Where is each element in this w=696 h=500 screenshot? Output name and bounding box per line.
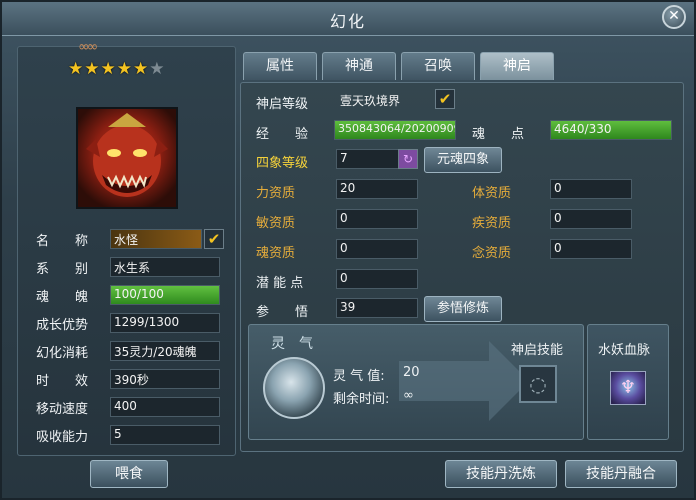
soul-label: 魂 魄 (36, 290, 89, 305)
refresh-icon[interactable]: ↻ (398, 149, 418, 169)
title-bar: 幻化 ✕ (2, 2, 694, 36)
pet-type-value: 水生系 (110, 257, 220, 277)
insight-value: 39 (336, 298, 418, 318)
pet-avatar (76, 107, 178, 209)
remaining-time-label: 剩余时间: (333, 392, 390, 407)
apt-spd-label: 疾资质 (472, 216, 512, 231)
water-demon-bloodline-icon[interactable]: ♆ (610, 371, 646, 405)
feed-button[interactable]: 喂食 (90, 460, 168, 488)
exp-label: 经 验 (256, 127, 309, 142)
lingqi-value-label: 灵 气 值: (333, 369, 385, 384)
bloodline-panel: 水妖血脉 ♆ (587, 324, 669, 440)
duration-value: 390秒 (110, 369, 220, 389)
apt-str-label: 力资质 (256, 186, 296, 201)
pet-info-panel: ★★★★★★ ∞∞ 名 称 水怪 ✔ 系 别 水生系 魂 魄 100/100 成… (17, 39, 236, 456)
star-rating: ★★★★★★ (68, 59, 166, 79)
growth-label: 成长优势 (36, 318, 89, 333)
insight-train-button[interactable]: 参悟修炼 (424, 296, 502, 322)
shenqi-level-value: 壹天玖境界 (340, 94, 401, 108)
growth-value: 1299/1300 (110, 313, 220, 333)
sixiang-level-label: 四象等级 (256, 156, 309, 171)
star-empty-icon: ★ (149, 59, 166, 79)
remaining-time-value: ∞ (403, 388, 414, 403)
monster-face-icon (86, 113, 168, 197)
type-label: 系 别 (36, 262, 89, 277)
pet-soul-bar: 100/100 (110, 285, 220, 305)
soul-point-bar: 4640/330 (550, 120, 672, 140)
apt-agi-value: 0 (336, 209, 418, 229)
tab-attributes[interactable]: 属性 (243, 52, 317, 80)
potential-value: 0 (336, 269, 418, 289)
lingqi-value: 20 (403, 365, 420, 380)
soul-point-label: 魂 点 (472, 127, 525, 142)
star-icon: ★ (68, 59, 85, 79)
lingqi-panel: 灵 气 灵 气 值: 20 剩余时间: ∞ 神启技能 ◌ (248, 324, 584, 440)
skill-slot-icon[interactable]: ◌ (519, 365, 557, 403)
duration-label: 时 效 (36, 374, 89, 389)
apt-spd-value: 0 (550, 209, 632, 229)
apt-con-value: 0 (550, 179, 632, 199)
apt-con-label: 体资质 (472, 186, 512, 201)
apt-mind-value: 0 (550, 239, 632, 259)
bloodline-title: 水妖血脉 (598, 343, 651, 358)
shenqi-level-label: 神启等级 (256, 97, 309, 112)
chain-icon: ∞∞ (78, 39, 98, 55)
apt-soul-value: 0 (336, 239, 418, 259)
yuanhun-sixiang-button[interactable]: 元魂四象 (424, 147, 502, 173)
apt-soul-label: 魂资质 (256, 246, 296, 261)
lingqi-title: 灵 气 (271, 336, 313, 352)
apt-agi-label: 敏资质 (256, 216, 296, 231)
apt-mind-label: 念资质 (472, 246, 512, 261)
close-button[interactable]: ✕ (662, 5, 686, 29)
cost-value: 35灵力/20魂魄 (110, 341, 220, 361)
star-icon: ★ (133, 59, 150, 79)
apt-str-value: 20 (336, 179, 418, 199)
star-icon: ★ (100, 59, 117, 79)
tab-shenqi[interactable]: 神启 (480, 52, 554, 80)
shenqi-skill-title: 神启技能 (511, 343, 564, 358)
speed-label: 移动速度 (36, 402, 89, 417)
name-label: 名 称 (36, 234, 89, 249)
shenqi-level-checkbox[interactable]: ✔ (435, 89, 455, 109)
absorb-value: 5 (110, 425, 220, 445)
tab-shentong[interactable]: 神通 (322, 52, 396, 80)
pet-name-value: 水怪 (110, 229, 202, 249)
window-title: 幻化 (329, 12, 366, 31)
speed-value: 400 (110, 397, 220, 417)
cost-label: 幻化消耗 (36, 346, 89, 361)
star-icon: ★ (116, 59, 133, 79)
star-icon: ★ (84, 59, 101, 79)
tab-summon[interactable]: 召唤 (401, 52, 475, 80)
lingqi-orb-icon[interactable] (263, 357, 325, 419)
potential-label: 潜 能 点 (256, 276, 304, 291)
exp-bar: 350843064/202009098 (334, 120, 456, 140)
name-confirm-checkbox[interactable]: ✔ (204, 229, 224, 249)
skill-pill-wash-button[interactable]: 技能丹洗炼 (445, 460, 557, 488)
window: 幻化 ✕ ★★★★★★ ∞∞ 名 称 水怪 ✔ 系 别 水生系 魂 魄 100/… (0, 0, 696, 500)
skill-pill-fuse-button[interactable]: 技能丹融合 (565, 460, 677, 488)
absorb-label: 吸收能力 (36, 430, 89, 445)
insight-label: 参 悟 (256, 305, 309, 320)
